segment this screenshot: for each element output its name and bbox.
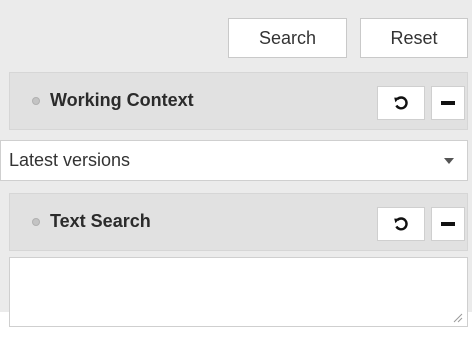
text-search-title: Text Search xyxy=(50,211,151,231)
working-context-reset-button[interactable] xyxy=(377,86,425,120)
bullet-icon xyxy=(32,97,40,105)
working-context-select[interactable]: Latest versions xyxy=(0,140,468,181)
rotate-ccw-icon xyxy=(394,217,408,231)
rotate-ccw-icon xyxy=(394,96,408,110)
resize-grip-icon[interactable] xyxy=(451,311,463,323)
reset-button[interactable]: Reset xyxy=(360,18,468,58)
working-context-title: Working Context xyxy=(50,90,194,110)
working-context-select-value: Latest versions xyxy=(9,150,131,170)
text-search-reset-button[interactable] xyxy=(377,207,425,241)
search-button[interactable]: Search xyxy=(228,18,347,58)
text-search-collapse-button[interactable] xyxy=(431,207,465,241)
chevron-down-icon xyxy=(444,158,454,164)
working-context-collapse-button[interactable] xyxy=(431,86,465,120)
text-search-input[interactable] xyxy=(9,257,468,327)
text-search-header[interactable]: Text Search xyxy=(9,193,468,251)
minus-icon xyxy=(441,222,455,226)
bullet-icon xyxy=(32,218,40,226)
working-context-header[interactable]: Working Context xyxy=(9,72,468,130)
minus-icon xyxy=(441,101,455,105)
